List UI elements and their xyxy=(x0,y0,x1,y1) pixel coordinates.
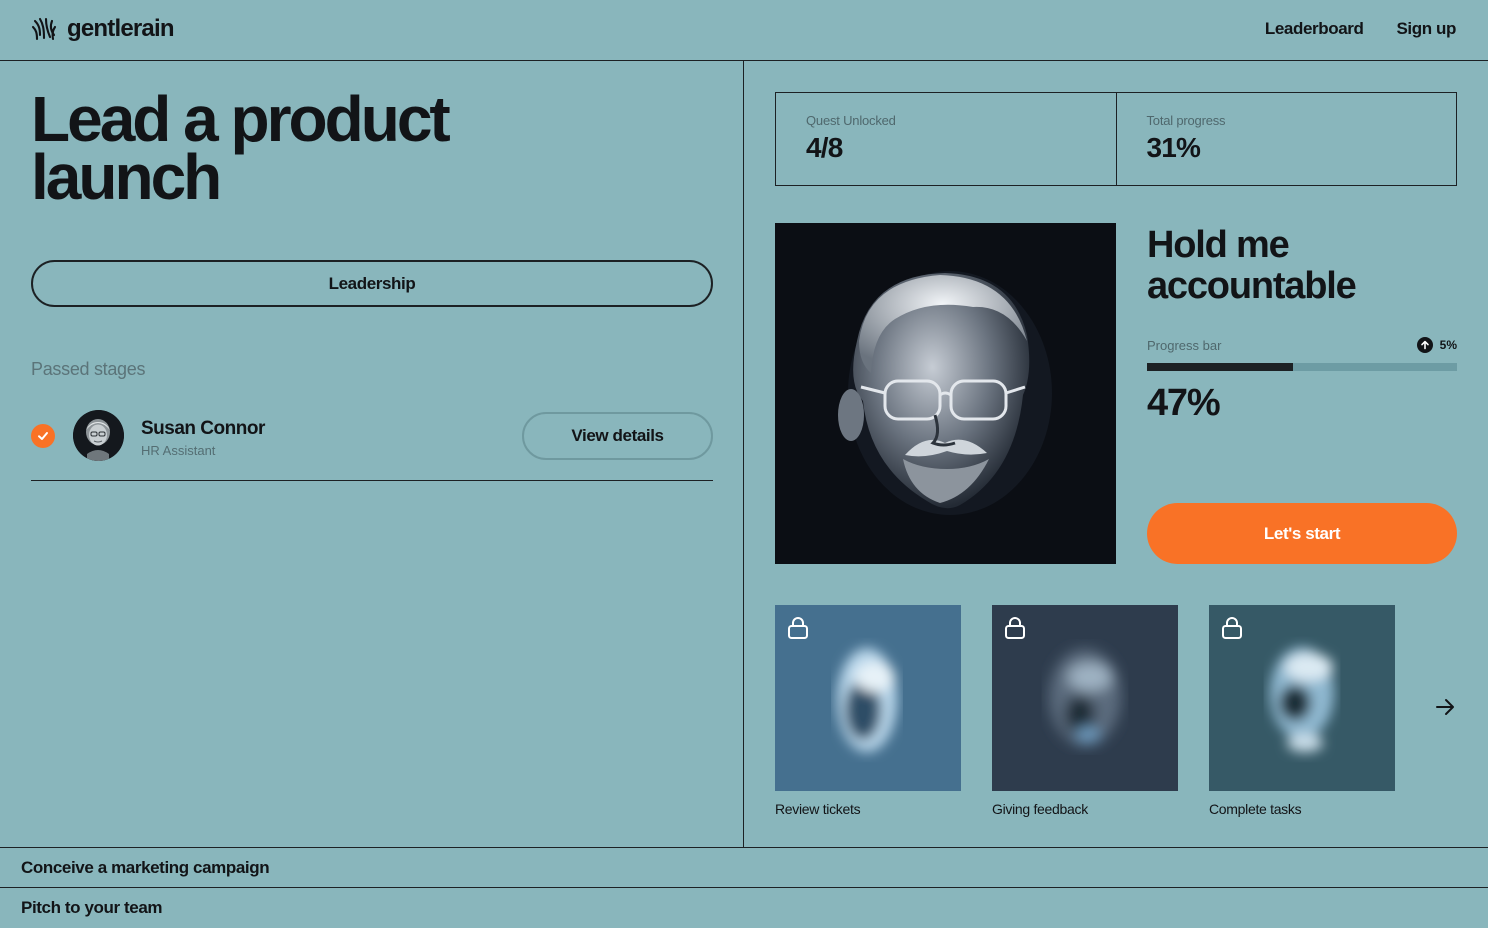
locked-stage-card[interactable]: Review tickets xyxy=(775,605,961,817)
column-divider xyxy=(743,61,744,848)
leaderboard-link[interactable]: Leaderboard xyxy=(1265,19,1364,39)
stage-person-role: HR Assistant xyxy=(141,443,216,458)
quest-title: Lead a product launch xyxy=(31,83,451,213)
logo-text: gentlerain xyxy=(67,15,175,42)
progress-delta-value: 5% xyxy=(1439,338,1457,352)
total-progress-stat: Total progress 31% xyxy=(1115,93,1457,185)
quest-unlocked-label: Quest Unlocked xyxy=(806,113,896,128)
progress-label: Progress bar xyxy=(1147,338,1222,353)
logo-icon xyxy=(30,15,58,43)
stage-card-caption: Review tickets xyxy=(775,801,861,817)
quest-list-item[interactable]: Conceive a marketing campaign xyxy=(0,847,1488,887)
top-nav: Leaderboard Sign up xyxy=(1265,19,1457,39)
progress-bar-fill xyxy=(1147,363,1293,371)
sign-up-link[interactable]: Sign up xyxy=(1396,19,1456,39)
arrow-right-icon[interactable] xyxy=(1432,694,1458,720)
progress-value: 47% xyxy=(1147,382,1221,424)
passed-stages-label: Passed stages xyxy=(31,359,146,379)
lock-icon xyxy=(787,616,809,645)
lets-start-button[interactable]: Let's start xyxy=(1147,503,1457,564)
lock-icon xyxy=(1221,616,1243,645)
locked-stage-card[interactable]: Giving feedback xyxy=(992,605,1178,817)
quest-list-item[interactable]: Pitch to your team xyxy=(0,887,1488,927)
locked-stage-card[interactable]: Complete tasks xyxy=(1209,605,1395,817)
total-progress-value: 31% xyxy=(1146,132,1201,163)
progress-bar xyxy=(1147,363,1457,371)
stage-card-image xyxy=(1209,605,1395,791)
current-stage-title: Hold me accountable xyxy=(1147,224,1357,307)
stats-panel: Quest Unlocked 4/8 Total progress 31% xyxy=(775,92,1457,186)
category-tag[interactable]: Leadership xyxy=(31,260,713,307)
stage-card-image xyxy=(992,605,1178,791)
stage-card-caption: Giving feedback xyxy=(992,801,1088,817)
progress-delta: 5% xyxy=(1416,337,1457,353)
lock-icon xyxy=(1004,616,1026,645)
stage-person-name: Susan Connor xyxy=(141,418,265,439)
arrow-up-icon xyxy=(1416,337,1433,353)
stage-card-image xyxy=(775,605,961,791)
quest-unlocked-value: 4/8 xyxy=(806,132,843,163)
check-icon xyxy=(31,424,55,448)
current-stage-portrait xyxy=(775,223,1116,564)
stage-card-caption: Complete tasks xyxy=(1209,801,1302,817)
avatar xyxy=(73,410,124,461)
passed-stage-item: Susan Connor HR Assistant View details xyxy=(31,409,713,481)
site-header: gentlerain Leaderboard Sign up xyxy=(0,0,1488,61)
view-details-button[interactable]: View details xyxy=(522,412,713,460)
quest-unlocked-stat: Quest Unlocked 4/8 xyxy=(776,93,1116,185)
total-progress-label: Total progress xyxy=(1146,113,1226,128)
brand-logo[interactable]: gentlerain xyxy=(30,15,175,43)
